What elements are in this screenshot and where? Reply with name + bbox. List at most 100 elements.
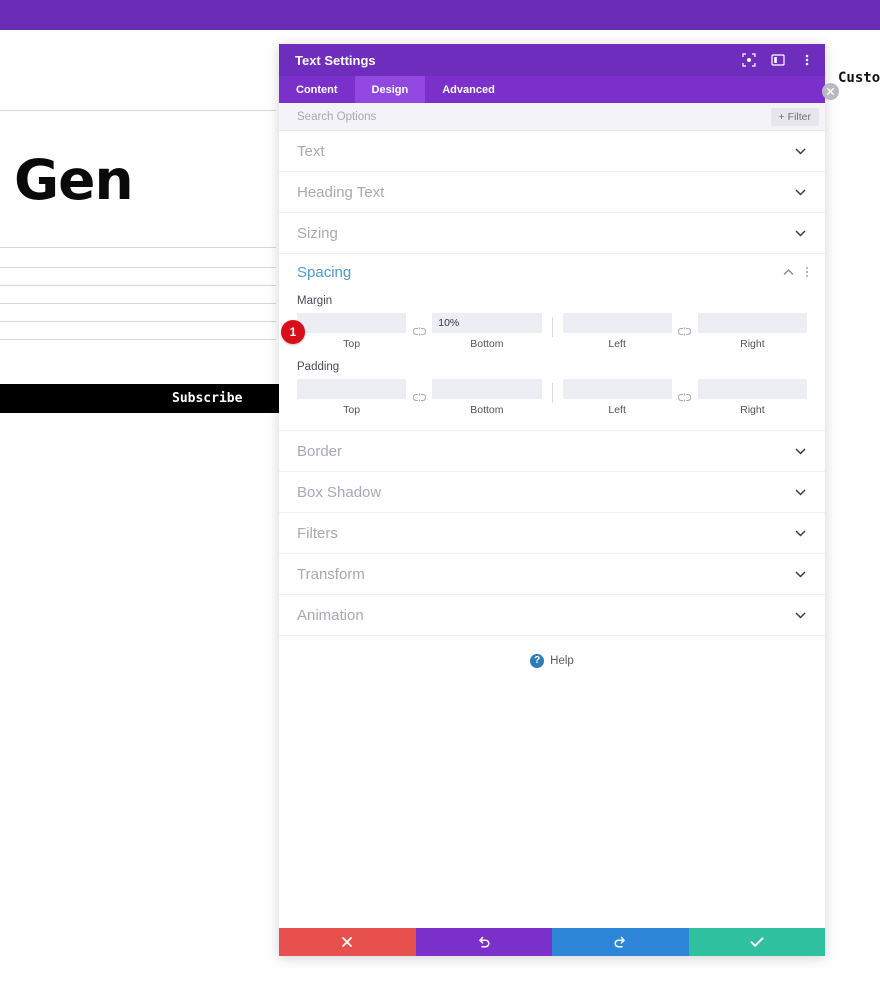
section-border[interactable]: Border [279,431,825,472]
modal-body: Text Heading Text Sizing Spacing Margin … [279,131,825,928]
section-border-label: Border [297,442,343,460]
search-input[interactable] [297,110,771,123]
preview-brand-text: Gen [14,148,134,212]
padding-left-input[interactable] [562,379,672,399]
padding-top-input[interactable] [297,379,407,399]
help-label: Help [550,655,574,667]
margin-right-cell: Right [697,313,807,350]
margin-group-label: Margin [297,295,333,307]
padding-right-input[interactable] [697,379,807,399]
margin-top-cell: Top [297,313,407,350]
section-sizing[interactable]: Sizing [279,213,825,254]
margin-left-label: Left [608,338,626,350]
padding-group-label: Padding [297,361,340,373]
section-filters[interactable]: Filters [279,513,825,554]
padding-bottom-label: Bottom [470,404,504,416]
reset-focus-icon[interactable] [741,52,757,68]
filter-button-label: Filter [787,110,811,123]
modal-header-actions [741,52,815,68]
section-sizing-label: Sizing [297,224,338,242]
padding-bottom-cell: Bottom [432,379,542,416]
tab-design[interactable]: Design [354,76,426,103]
margin-right-label: Right [740,338,765,350]
section-animation[interactable]: Animation [279,595,825,636]
modal-header: Text Settings [279,44,825,76]
margin-horizontal-link-icon[interactable] [678,325,692,339]
section-spacing-title: Spacing [297,263,352,281]
custom-module-label: Custom [838,70,880,86]
section-spacing-header[interactable]: Spacing [279,254,825,290]
discard-button[interactable] [279,928,416,956]
preview-divider [0,339,276,340]
chevron-down-icon [793,185,807,199]
tab-advanced[interactable]: Advanced [425,76,512,103]
help-icon: ? [530,654,545,668]
preview-divider [0,110,276,111]
padding-quad-control: Top Bottom Left Right [297,379,807,416]
padding-horizontal-link-icon[interactable] [678,391,692,405]
panel-layout-icon[interactable] [770,52,786,68]
section-more-options-icon[interactable] [805,265,809,279]
preview-divider [0,247,276,248]
section-box-shadow[interactable]: Box Shadow [279,472,825,513]
padding-right-label: Right [740,404,765,416]
margin-left-input[interactable] [562,313,672,333]
modal-tabs: Content Design Advanced [279,76,825,103]
margin-bottom-input[interactable] [432,313,542,333]
tab-content[interactable]: Content [279,76,355,103]
preview-divider [0,285,276,286]
margin-right-input[interactable] [697,313,807,333]
padding-divider [551,383,553,403]
wp-admin-bar [0,0,880,30]
padding-vertical-link-icon[interactable] [412,391,426,405]
padding-left-label: Left [608,404,626,416]
preview-divider [0,321,276,322]
filter-button[interactable]: + Filter [770,107,819,126]
text-settings-modal: Text Settings Content Design Advanced Se… [279,44,825,956]
section-transform-label: Transform [297,565,365,583]
section-spacing-actions [781,265,809,279]
chevron-up-icon[interactable] [781,265,795,279]
filter-plus-icon: + [778,110,785,123]
close-module-icon[interactable] [822,83,839,100]
margin-top-input[interactable] [297,313,407,333]
chevron-down-icon [793,144,807,158]
more-options-icon[interactable] [799,52,815,68]
chevron-down-icon [793,485,807,499]
padding-right-cell: Right [697,379,807,416]
section-text[interactable]: Text [279,131,825,172]
preview-divider [0,303,276,304]
section-heading-text-label: Heading Text [297,183,385,201]
chevron-down-icon [793,444,807,458]
preview-subscribe-button[interactable]: Subscribe [0,384,280,413]
section-transform[interactable]: Transform [279,554,825,595]
section-spacing-body: Margin Top 10% Bottom Left Right Padding… [279,295,825,430]
section-heading-text[interactable]: Heading Text [279,172,825,213]
help-link[interactable]: ? Help [279,636,825,686]
padding-bottom-input[interactable] [432,379,542,399]
margin-vertical-link-icon[interactable] [412,325,426,339]
margin-left-cell: Left [562,313,672,350]
section-text-label: Text [297,142,325,160]
annotation-marker-1: 1 [281,320,305,344]
section-box-shadow-label: Box Shadow [297,483,382,501]
section-spacing: Spacing Margin Top 10% Bottom Left Right… [279,254,825,431]
chevron-down-icon [793,226,807,240]
chevron-down-icon [793,567,807,581]
padding-horizontal-pair: Left Right [562,379,807,416]
chevron-down-icon [793,608,807,622]
preview-divider [0,267,276,268]
margin-bottom-label: Bottom [470,338,504,350]
padding-top-label: Top [343,404,361,416]
modal-footer [279,928,825,956]
redo-button[interactable] [552,928,689,956]
search-options-bar: + Filter [279,103,825,131]
margin-top-label: Top [343,338,361,350]
section-filters-label: Filters [297,524,338,542]
padding-vertical-pair: Top Bottom [297,379,542,416]
margin-quad-control: Top Bottom [297,313,807,350]
margin-bottom-cell: Bottom [432,313,542,350]
chevron-down-icon [793,526,807,540]
save-button[interactable] [688,928,825,956]
undo-button[interactable] [415,928,552,956]
